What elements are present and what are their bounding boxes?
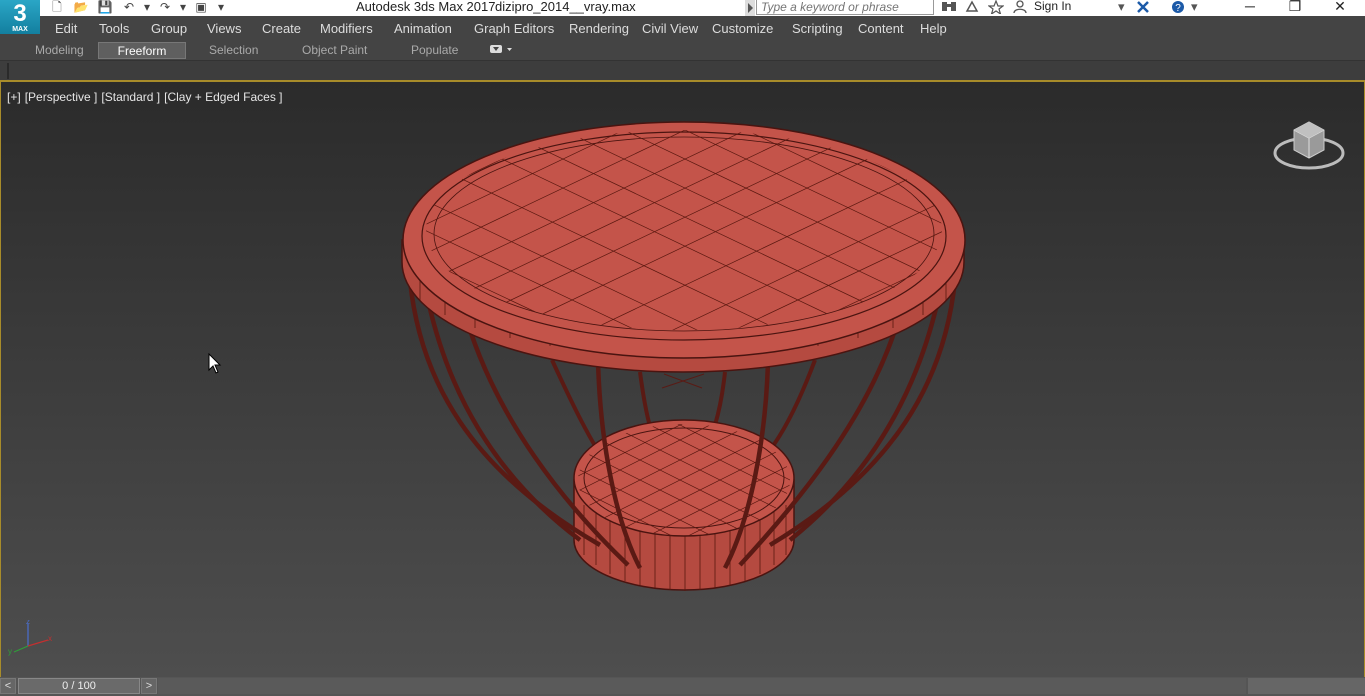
axis-y-label: y (8, 647, 12, 656)
axis-z-label: z (26, 620, 30, 626)
prev-frame-button[interactable]: < (0, 678, 16, 694)
timeline-track[interactable] (158, 678, 1246, 694)
next-frame-button[interactable]: > (141, 678, 157, 694)
table-top (401, 121, 966, 373)
timeline-right-panel (1248, 678, 1365, 694)
axis-tripod: z x y (6, 617, 56, 659)
time-slider[interactable]: 0 / 100 (18, 678, 140, 694)
mouse-cursor-icon (208, 352, 222, 378)
time-slider-bar: < 0 / 100 > (0, 677, 1365, 696)
app-logo-button[interactable]: 3 MAX (0, 0, 40, 34)
table-3d-model[interactable] (0, 0, 1365, 696)
pivot-marker (661, 373, 705, 389)
viewcube-widget[interactable] (1272, 116, 1346, 179)
app-logo-text: 3 (13, 0, 27, 27)
app-logo-sub: MAX (12, 26, 28, 33)
axis-x-label: x (48, 634, 52, 643)
